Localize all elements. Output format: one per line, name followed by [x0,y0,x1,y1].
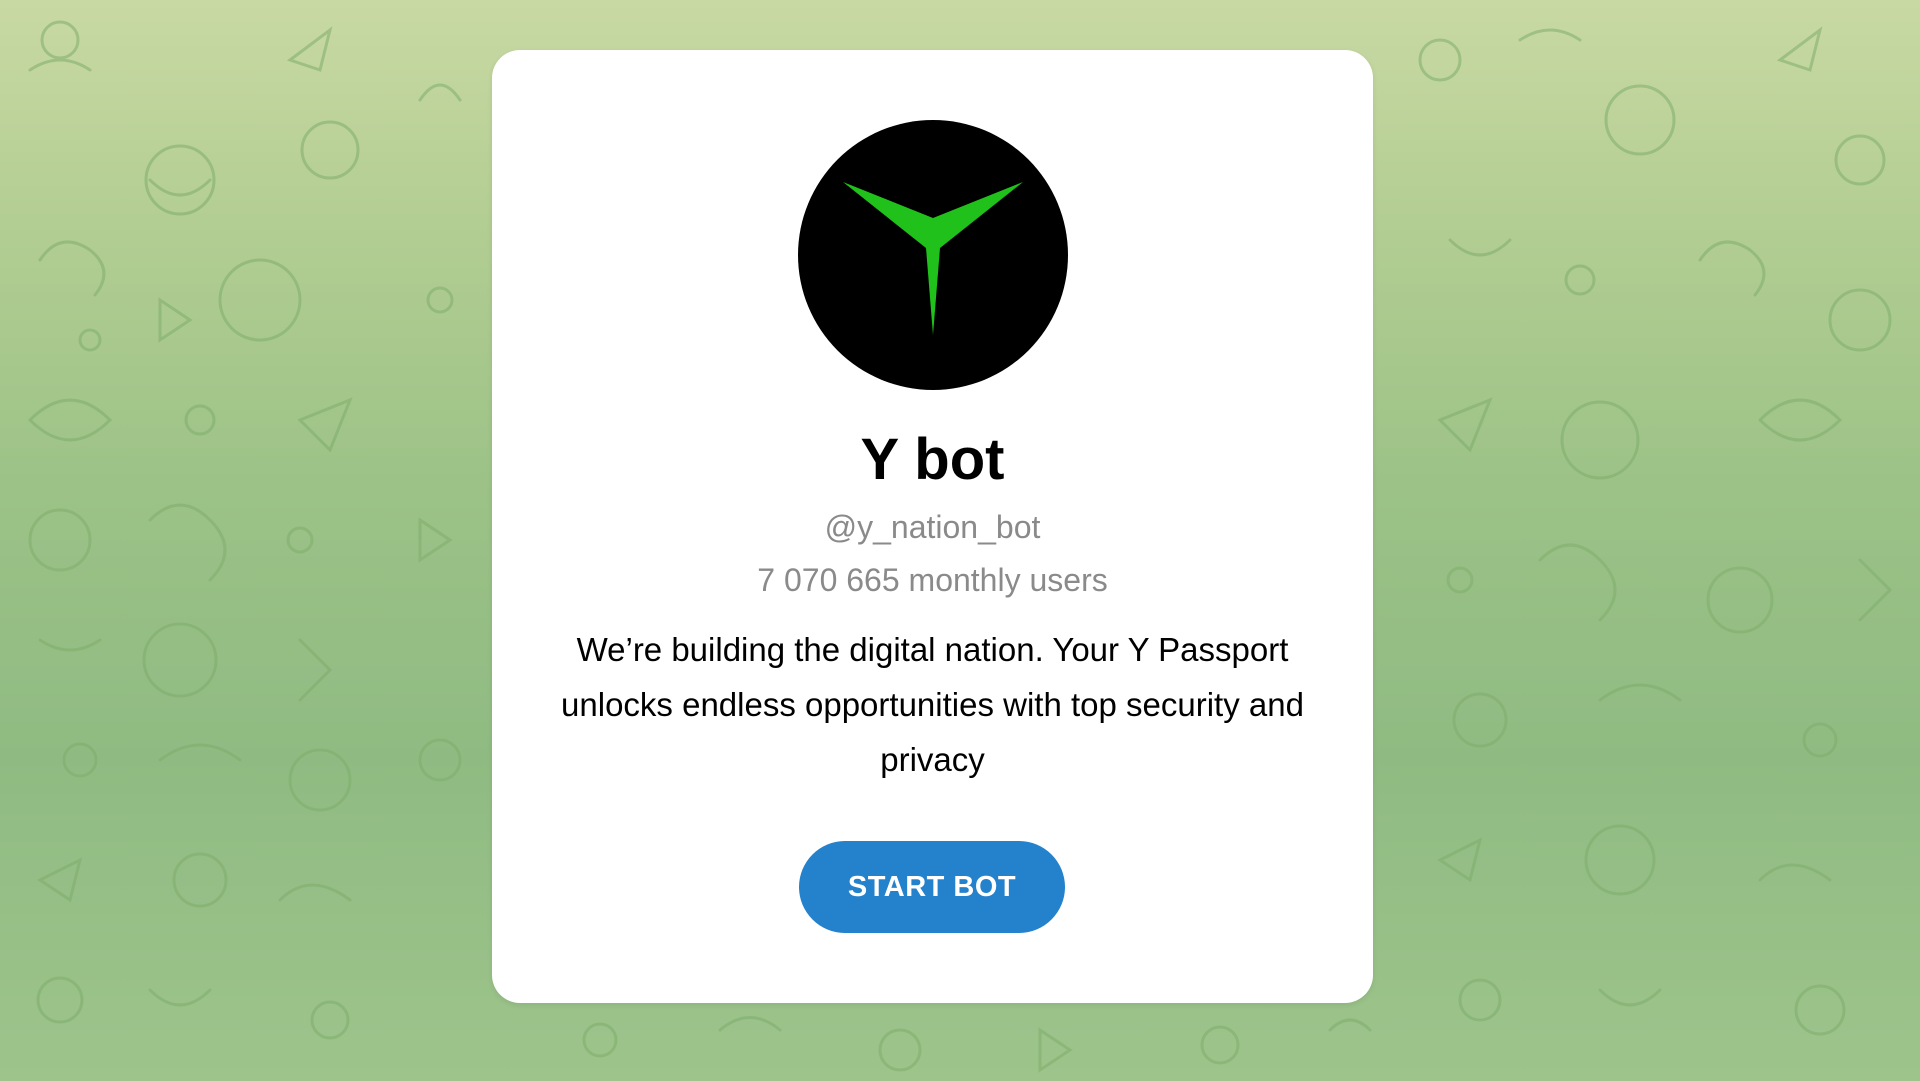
bot-name: Y bot [860,427,1005,492]
bot-info-card: Y bot @y_nation_bot 7 070 665 monthly us… [492,50,1373,1003]
y-logo-icon [798,120,1068,390]
bot-avatar [798,120,1068,390]
monthly-users-count: 7 070 665 monthly users [757,562,1108,598]
bot-username: @y_nation_bot [824,509,1041,545]
bot-description: We’re building the digital nation. Your … [561,631,1304,778]
start-bot-button[interactable]: START BOT [799,841,1065,933]
